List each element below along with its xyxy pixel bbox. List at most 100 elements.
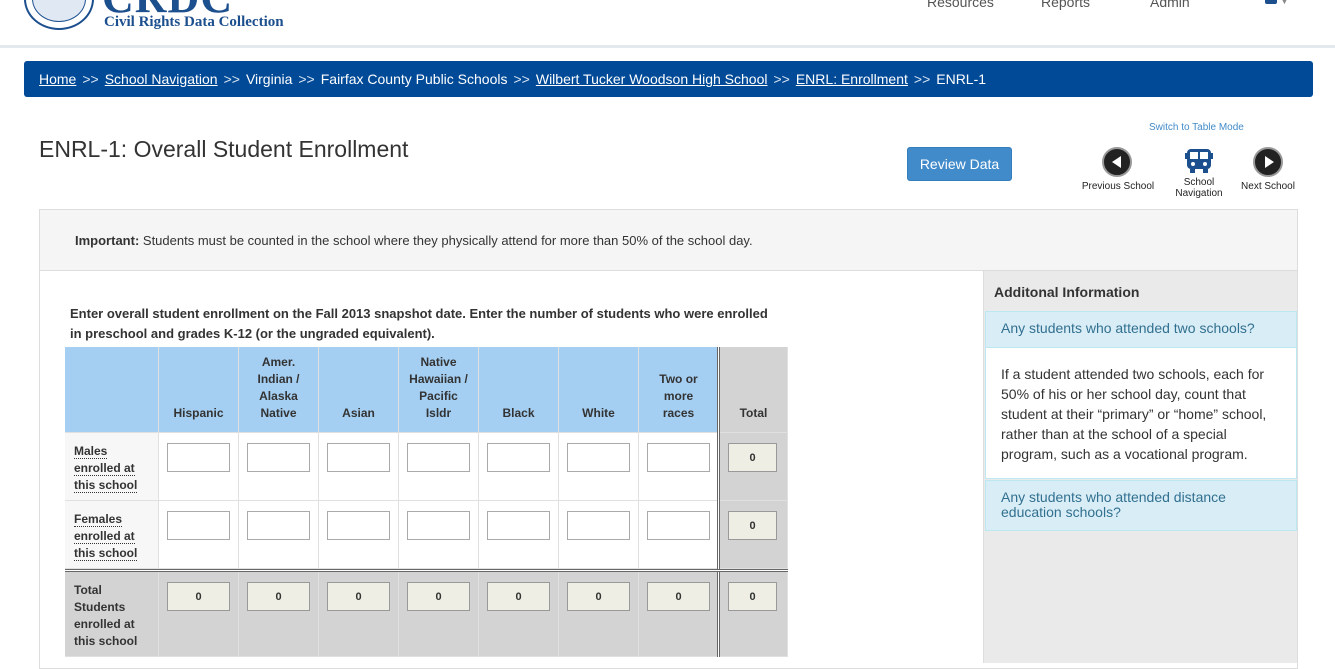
row-label-line: this school	[74, 478, 138, 493]
previous-school-label[interactable]: Previous School	[1077, 181, 1159, 192]
column-header-hispanic: Hispanic	[159, 347, 239, 433]
column-header-total-text: Total	[739, 406, 768, 420]
accordion-two-schools-body: If a student attended two schools, each …	[985, 348, 1297, 479]
logo-subtitle[interactable]: Civil Rights Data Collection	[104, 14, 284, 31]
accordion-two-schools[interactable]: Any students who attended two schools?	[985, 311, 1297, 348]
row-label-total-students: Total Students enrolled at this school	[65, 572, 159, 657]
row-total-cell: 0	[720, 433, 788, 501]
enrollment-grid: Hispanic Amer. Indian / Alaska Native Asian Na…	[65, 347, 788, 657]
breadcrumb: Home >> School Navigation >> Virginia >>…	[24, 61, 1313, 97]
grid-cell	[319, 433, 399, 501]
column-total-value: 0	[487, 582, 550, 611]
breadcrumb-module[interactable]: ENRL: Enrollment	[796, 71, 908, 87]
males-native-hawaiian-pacific-isldr-input[interactable]	[407, 443, 470, 472]
column-header-line: Isldr	[425, 406, 452, 420]
next-school-label[interactable]: Next School	[1236, 181, 1300, 192]
males-hispanic-input[interactable]	[167, 443, 230, 472]
females-native-hawaiian-pacific-isldr-input[interactable]	[407, 511, 470, 540]
grand-total-value: 0	[728, 582, 777, 611]
grid-cell	[399, 433, 479, 501]
row-label-line: enrolled at	[74, 617, 135, 631]
grid-cell	[319, 501, 399, 569]
column-total-value: 0	[407, 582, 470, 611]
grid-corner	[65, 347, 159, 433]
nav-reports[interactable]: Reports	[1041, 0, 1090, 10]
important-label: Important:	[75, 233, 140, 248]
breadcrumb-school-navigation[interactable]: School Navigation	[105, 71, 218, 87]
males-white-input[interactable]	[567, 443, 630, 472]
column-header-line: Hispanic	[173, 406, 224, 420]
column-header-asian: Asian	[319, 347, 399, 433]
column-header-line: Native	[260, 406, 297, 420]
accordion-distance-education[interactable]: Any students who attended distance educa…	[985, 480, 1297, 531]
column-total-value: 0	[567, 582, 630, 611]
females-asian-input[interactable]	[327, 511, 390, 540]
column-header-text: Amer. Indian / Alaska Native	[258, 354, 300, 422]
row-label-females: Females enrolled at this school	[65, 501, 159, 569]
females-two-or-more-races-input[interactable]	[647, 511, 710, 540]
breadcrumb-separator: >>	[223, 71, 240, 87]
grand-total-cell: 0	[720, 572, 788, 657]
column-header-text: Asian	[342, 405, 375, 422]
column-total-cell: 0	[639, 572, 719, 657]
column-total-cell: 0	[479, 572, 559, 657]
breadcrumb-school[interactable]: Wilbert Tucker Woodson High School	[536, 71, 768, 87]
row-label-males: Males enrolled at this school	[65, 433, 159, 501]
column-header-line: White	[582, 406, 615, 420]
breadcrumb-home[interactable]: Home	[39, 71, 76, 87]
column-total-cell: 0	[559, 572, 639, 657]
column-header-text: Hispanic	[173, 405, 223, 422]
column-header-line: races	[662, 406, 695, 420]
breadcrumb-separator: >>	[82, 71, 99, 87]
females-black-input[interactable]	[487, 511, 550, 540]
column-header-text: Native Hawaiian / Pacific Isldr	[409, 354, 468, 422]
previous-school-icon[interactable]	[1102, 147, 1132, 177]
column-header-line: more	[663, 389, 694, 403]
grid-cell	[239, 433, 319, 501]
grid-cell	[479, 433, 559, 501]
grid-cell	[639, 433, 719, 501]
column-header-line: Black	[502, 406, 535, 420]
breadcrumb-state: Virginia	[245, 71, 293, 87]
user-icon[interactable]	[1265, 0, 1277, 4]
chevron-down-icon[interactable]: ▼	[1280, 0, 1289, 6]
grid-cell	[559, 433, 639, 501]
column-header-amer-indian-alaska-native: Amer. Indian / Alaska Native	[239, 347, 319, 433]
column-total-value: 0	[167, 582, 230, 611]
males-amer-indian-alaska-native-input[interactable]	[247, 443, 310, 472]
grid-cell	[639, 501, 719, 569]
school-navigation-label-line: Navigation	[1175, 188, 1223, 199]
males-asian-input[interactable]	[327, 443, 390, 472]
school-bus-icon[interactable]	[1184, 148, 1214, 174]
review-data-button[interactable]: Review Data	[907, 147, 1012, 181]
males-two-or-more-races-input[interactable]	[647, 443, 710, 472]
column-header-two-or-more-races: Two or more races	[639, 347, 719, 433]
column-header-line: Native	[420, 355, 457, 369]
column-header-text: Black	[502, 405, 534, 422]
females-white-input[interactable]	[567, 511, 630, 540]
grid-divider-horizontal	[65, 569, 788, 572]
nav-admin[interactable]: Admin	[1150, 0, 1190, 10]
grid-cell	[159, 433, 239, 501]
column-header-text: Two or more races	[659, 371, 697, 422]
females-hispanic-input[interactable]	[167, 511, 230, 540]
males-black-input[interactable]	[487, 443, 550, 472]
row-label-line: Females	[74, 512, 123, 527]
site-header: CRDC Civil Rights Data Collection Resour…	[0, 0, 1335, 48]
column-header-line: Alaska	[259, 389, 298, 403]
school-navigation-label[interactable]: School Navigation	[1166, 177, 1232, 199]
next-school-icon[interactable]	[1253, 147, 1283, 177]
breadcrumb-separator: >>	[773, 71, 790, 87]
column-total-cell: 0	[239, 572, 319, 657]
column-total-cell: 0	[319, 572, 399, 657]
switch-to-table-mode-link[interactable]: Switch to Table Mode	[1149, 122, 1244, 133]
row-total-cell: 0	[720, 501, 788, 569]
page-title: ENRL-1: Overall Student Enrollment	[39, 136, 409, 162]
nav-resources[interactable]: Resources	[927, 0, 994, 10]
grid-cell	[559, 501, 639, 569]
column-header-line: Hawaiian /	[409, 372, 468, 386]
females-amer-indian-alaska-native-input[interactable]	[247, 511, 310, 540]
instructions-text: Enter overall student enrollment on the …	[70, 306, 768, 341]
school-navigation-label-line: School	[1183, 177, 1215, 188]
grid-cell	[479, 501, 559, 569]
